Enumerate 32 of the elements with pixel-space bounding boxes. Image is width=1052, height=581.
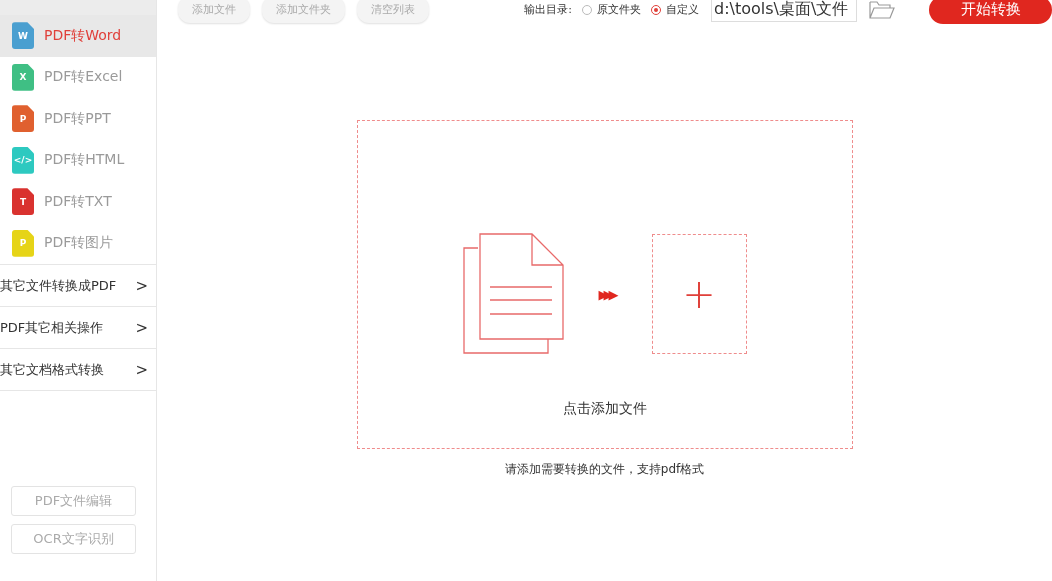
sidebar-item[interactable]: X PDF转Excel xyxy=(0,56,156,98)
documents-icon xyxy=(462,233,565,355)
menu-group[interactable]: PDF其它相关操作 > xyxy=(0,306,156,348)
add-file-label: 点击添加文件 xyxy=(562,400,647,418)
radio-option[interactable]: 原文件夹 xyxy=(582,2,641,17)
menu-group[interactable]: 其它文档格式转换 > xyxy=(0,348,156,391)
folder-icon[interactable] xyxy=(869,0,895,20)
radio-option[interactable]: 自定义 xyxy=(651,2,699,17)
add-file-box[interactable]: + xyxy=(651,234,747,354)
file-type-icon: T xyxy=(12,188,34,216)
menu-group[interactable]: 其它文件转换成PDF > xyxy=(0,264,156,306)
sidebar-item[interactable]: W PDF转Word xyxy=(0,15,156,57)
hint-text: 请添加需要转换的文件，支持pdf格式 xyxy=(504,461,705,478)
sidebar-item[interactable]: P PDF转图片 xyxy=(0,222,156,264)
sidebar-item[interactable]: P PDF转PPT xyxy=(0,98,156,140)
toolbar-button[interactable]: 清空列表 xyxy=(357,0,429,23)
toolbar-button[interactable]: 添加文件夹 xyxy=(262,0,345,23)
sidebar-item[interactable]: T PDF转TXT xyxy=(0,181,156,223)
sidebar-item[interactable]: </> PDF转HTML xyxy=(0,139,156,181)
drop-zone[interactable]: ▶▶▶ + 点击添加文件 xyxy=(356,120,853,449)
file-type-icon: </> xyxy=(12,146,34,174)
file-type-icon: W xyxy=(12,22,34,50)
output-label: 输出目录: xyxy=(524,2,572,17)
file-type-icon: P xyxy=(12,229,34,257)
toolbar-button[interactable]: 添加文件 xyxy=(178,0,250,23)
tool-button[interactable]: OCR文字识别 xyxy=(11,524,136,554)
arrows-icon: ▶▶▶ xyxy=(598,286,614,302)
start-button[interactable]: 开始转换 xyxy=(929,0,1052,24)
file-type-icon: X xyxy=(12,63,34,91)
tool-button[interactable]: PDF文件编辑 xyxy=(11,486,136,516)
path-field[interactable]: d:\tools\桌面\文件 xyxy=(711,0,857,22)
file-type-icon: P xyxy=(12,105,34,133)
